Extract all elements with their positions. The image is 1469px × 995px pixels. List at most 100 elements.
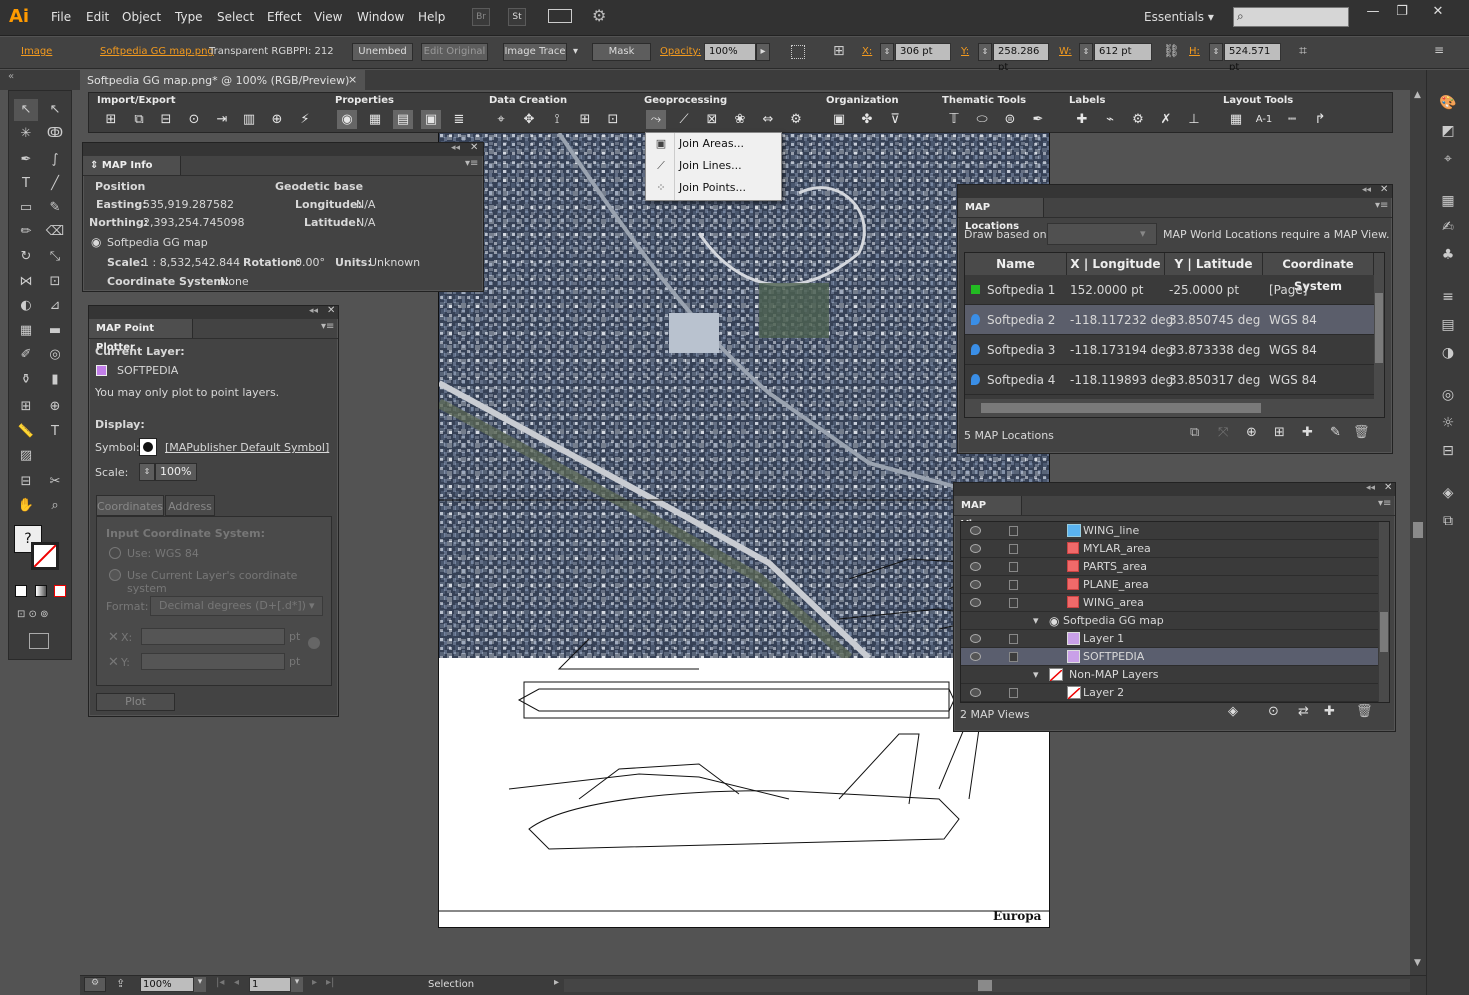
- label-settings-icon[interactable]: ⚙: [1128, 110, 1148, 129]
- edit-original-button[interactable]: Edit Original: [421, 43, 488, 61]
- zoom-location-icon[interactable]: ⤧: [1218, 425, 1228, 440]
- graphic-styles-icon[interactable]: ☼: [1435, 412, 1461, 434]
- map-locations-tab[interactable]: MAP Locations: [958, 198, 1044, 232]
- control-menu-icon[interactable]: ≡: [1434, 43, 1444, 57]
- page-dropdown-icon[interactable]: ▾: [291, 977, 303, 992]
- copy-location-icon[interactable]: ⧉: [1190, 425, 1199, 440]
- gradient-tool-icon[interactable]: ▬: [43, 320, 67, 342]
- thematic-text-icon[interactable]: 𝕋: [944, 110, 964, 129]
- new-view-icon[interactable]: ✚: [1324, 704, 1335, 719]
- settings-gear-icon[interactable]: ⚙: [786, 110, 806, 129]
- menu-type[interactable]: Type: [175, 10, 203, 24]
- export-data-icon[interactable]: ⇥: [212, 110, 232, 129]
- direct-selection-tool-icon[interactable]: ↖: [43, 99, 67, 121]
- import-icon[interactable]: ⊞: [101, 110, 121, 129]
- menu-file[interactable]: File: [51, 10, 71, 24]
- label-features-icon[interactable]: ✚: [1072, 110, 1092, 129]
- tree-row[interactable]: Layer 1: [961, 630, 1378, 648]
- y-coordinate-input[interactable]: [141, 653, 285, 670]
- rectangle-tool-icon[interactable]: ▭: [14, 197, 38, 219]
- create-grid-icon[interactable]: ✥: [519, 110, 539, 129]
- export-icon[interactable]: ⧉: [129, 110, 149, 129]
- map-measure-tool-icon[interactable]: 📏: [14, 421, 38, 443]
- collapse-panel-icon[interactable]: ◂◂: [309, 306, 318, 316]
- organize-icon[interactable]: ▣: [829, 110, 849, 129]
- scroll-up-icon[interactable]: ▲: [1414, 90, 1421, 100]
- menu-edit[interactable]: Edit: [86, 10, 109, 24]
- transparency-icon[interactable]: ◑: [1435, 342, 1461, 364]
- opacity-label[interactable]: Opacity:: [660, 46, 701, 57]
- shape-builder-tool-icon[interactable]: ◐: [14, 295, 38, 317]
- layer-stack-icon[interactable]: ◈: [1228, 704, 1238, 719]
- close-panel-icon[interactable]: ✕: [1384, 482, 1392, 493]
- schema-icon[interactable]: ≣: [449, 110, 469, 129]
- col-x-longitude[interactable]: X | Longitude: [1067, 253, 1165, 275]
- expand-triangle-icon[interactable]: ▾: [1033, 666, 1039, 684]
- tree-row[interactable]: PLANE_area: [961, 576, 1378, 594]
- map-info-icon[interactable]: ⌖: [1435, 148, 1461, 170]
- transform-icon[interactable]: ⌗: [1299, 43, 1307, 59]
- menu-join-points[interactable]: ⁘ Join Points...: [646, 177, 781, 199]
- menu-join-lines[interactable]: ⟋ Join Lines...: [646, 155, 781, 177]
- thematic-ellipse-icon[interactable]: ⬭: [972, 110, 992, 129]
- swap-icon[interactable]: ⇄: [1298, 704, 1309, 719]
- thematic-chart-icon[interactable]: ⊜: [1000, 110, 1020, 129]
- union-icon[interactable]: ⇔: [758, 110, 778, 129]
- scroll-thumb[interactable]: [1380, 612, 1388, 652]
- visibility-eye-icon[interactable]: [970, 580, 981, 589]
- symbols-icon[interactable]: ♣: [1435, 244, 1461, 266]
- scroll-thumb[interactable]: [978, 980, 992, 991]
- x-coordinate-input[interactable]: [141, 628, 285, 645]
- slice-tool-icon[interactable]: ✂: [43, 471, 67, 493]
- visibility-eye-icon[interactable]: [970, 526, 981, 535]
- point-plotter-tab[interactable]: MAP Point Plotter: [89, 319, 193, 353]
- y-stepper[interactable]: ⇕: [978, 43, 992, 61]
- line-tool-icon[interactable]: ╱: [43, 173, 67, 195]
- import-image-icon[interactable]: ⊟: [156, 110, 176, 129]
- link-xy-icon[interactable]: [308, 637, 320, 649]
- grid-layout-icon[interactable]: ▦: [1226, 110, 1246, 129]
- new-location-icon[interactable]: ✚: [1302, 425, 1313, 440]
- visibility-eye-icon[interactable]: [970, 544, 981, 553]
- pencil-tool-icon[interactable]: ✏: [14, 221, 38, 243]
- zoom-dropdown-icon[interactable]: ▾: [194, 977, 206, 992]
- label-tag-icon[interactable]: ⌁: [1100, 110, 1120, 129]
- x-remove-icon[interactable]: ✕: [108, 630, 119, 645]
- symbol-sprayer-tool-icon[interactable]: ⚱: [14, 369, 38, 391]
- close-tab-icon[interactable]: ×: [348, 73, 357, 86]
- clip-icon[interactable]: ❀: [730, 110, 750, 129]
- menu-join-areas[interactable]: ▣ Join Areas...: [646, 133, 781, 155]
- hand-tool-icon[interactable]: ✋: [14, 495, 38, 517]
- add-location-icon[interactable]: ⊕: [1246, 425, 1257, 440]
- x-stepper[interactable]: ⇕: [880, 43, 894, 61]
- table-hscroll[interactable]: [965, 399, 1384, 417]
- close-panel-icon[interactable]: ✕: [327, 305, 335, 316]
- tree-row[interactable]: MYLAR_area: [961, 540, 1378, 558]
- brushes-icon[interactable]: ✍: [1435, 216, 1461, 238]
- artboards-icon[interactable]: ⧉: [1435, 510, 1461, 532]
- minimize-button[interactable]: —: [1362, 4, 1384, 20]
- reference-point-icon[interactable]: ⊞: [833, 43, 845, 59]
- panel-menu-icon[interactable]: ▾≡: [465, 158, 478, 169]
- zoom-tool-icon[interactable]: ⌕: [43, 495, 67, 517]
- label-tool-icon[interactable]: ✗: [1156, 110, 1176, 129]
- scale-tool-icon[interactable]: ⤡: [43, 246, 67, 268]
- attributes-table-icon[interactable]: ▦: [365, 110, 385, 129]
- scale-bar-icon[interactable]: ┉: [1282, 110, 1302, 129]
- bridge-button[interactable]: Br: [472, 8, 490, 26]
- view-properties-icon[interactable]: ▣: [421, 110, 441, 129]
- gradient-panel-icon[interactable]: ▤: [1435, 314, 1461, 336]
- eyedropper-tool-icon[interactable]: ✐: [14, 344, 38, 366]
- next-page-icon[interactable]: ▸: [312, 977, 317, 988]
- w-stepper[interactable]: ⇕: [1079, 43, 1093, 61]
- selection-tool-icon[interactable]: ↖: [14, 99, 38, 121]
- table-row[interactable]: Softpedia 3 -118.173194 deg 33.873338 de…: [965, 335, 1374, 365]
- scroll-thumb[interactable]: [1413, 522, 1423, 538]
- tree-row[interactable]: ▾ ◉ Softpedia GG map: [961, 612, 1378, 630]
- horizontal-scrollbar[interactable]: [564, 979, 1410, 992]
- color-mode-icon[interactable]: [15, 585, 27, 597]
- delete-location-icon[interactable]: 🗑: [1353, 425, 1370, 440]
- lock-icon[interactable]: [1009, 652, 1018, 662]
- image-label[interactable]: Image: [21, 46, 52, 57]
- vertical-scrollbar[interactable]: ▲ ▼: [1410, 90, 1426, 975]
